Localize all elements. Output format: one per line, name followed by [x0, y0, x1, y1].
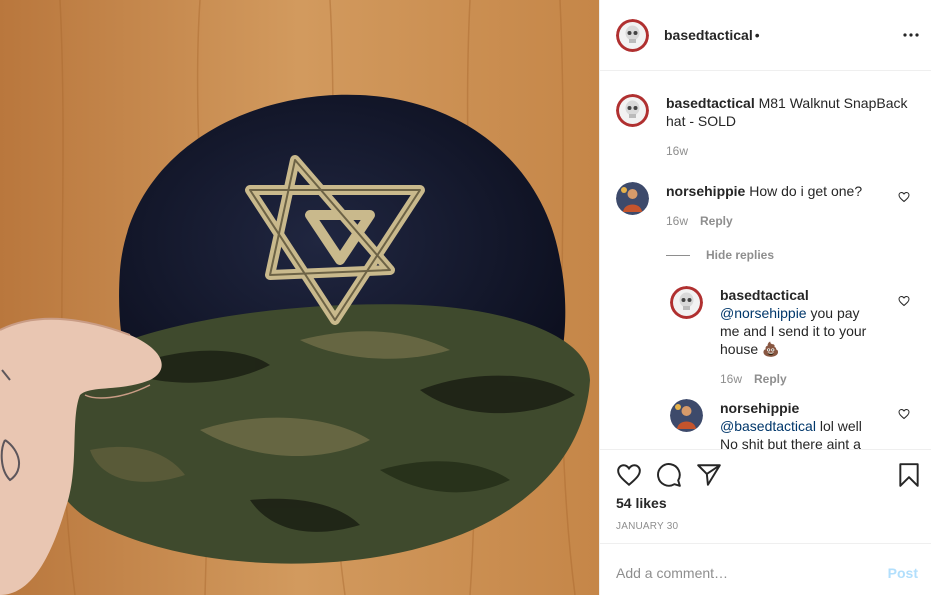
avatar[interactable] [670, 399, 703, 432]
post-sidebar: basedtactical • basedtactical M81 Walknut… [599, 0, 931, 595]
avatar[interactable] [616, 19, 649, 52]
comments-list: basedtactical M81 Walknut SnapBack hat -… [600, 72, 931, 449]
post-caption: basedtactical M81 Walknut SnapBack hat -… [666, 94, 916, 130]
comment-timestamp[interactable]: 16w [666, 214, 688, 228]
post-author[interactable]: basedtactical • [664, 27, 760, 43]
skull-avatar-icon [616, 94, 649, 127]
hide-replies-button[interactable]: Hide replies [706, 248, 774, 262]
post-photo[interactable] [0, 0, 599, 595]
comment-text: norsehippie How do i get one? [666, 183, 863, 199]
reply-meta: 16w Reply [720, 372, 787, 386]
comment-username[interactable]: norsehippie [666, 183, 745, 199]
reply-button[interactable]: Reply [700, 214, 733, 228]
reply-username[interactable]: basedtactical [720, 287, 809, 303]
skull-avatar-icon [616, 19, 649, 52]
comment-composer: Add a comment… Post [600, 543, 931, 595]
post-header: basedtactical • [600, 0, 931, 71]
mention-link[interactable]: @norsehippie [720, 305, 807, 321]
post-date[interactable]: JANUARY 30 [616, 521, 678, 532]
reply-timestamp[interactable]: 16w [720, 372, 742, 386]
user-photo-avatar-icon [616, 182, 649, 215]
action-bar: 54 likes JANUARY 30 [600, 449, 931, 544]
caption-timestamp[interactable]: 16w [666, 144, 688, 158]
post-image [0, 0, 599, 595]
heart-icon[interactable] [898, 408, 910, 420]
reply-button[interactable]: Reply [754, 372, 787, 386]
likes-count[interactable]: 54 likes [616, 495, 667, 511]
comment-icon[interactable] [656, 462, 682, 488]
comment-meta: 16w Reply [666, 214, 733, 228]
skull-avatar-icon [670, 286, 703, 319]
avatar[interactable] [616, 182, 649, 215]
share-icon[interactable] [696, 462, 722, 488]
reply-username[interactable]: norsehippie [720, 400, 799, 416]
caption-username[interactable]: basedtactical [666, 95, 755, 111]
more-options-icon[interactable] [902, 25, 920, 45]
bookmark-icon[interactable] [896, 462, 922, 488]
mention-link[interactable]: @basedtactical [720, 418, 816, 434]
heart-icon[interactable] [898, 191, 910, 203]
avatar[interactable] [670, 286, 703, 319]
heart-icon[interactable] [616, 462, 642, 488]
reply-text: basedtactical @norsehippie you pay me an… [720, 287, 867, 357]
reply-text: norsehippie @basedtactical lol well No s… [720, 400, 862, 449]
heart-icon[interactable] [898, 295, 910, 307]
user-photo-avatar-icon [670, 399, 703, 432]
avatar[interactable] [616, 94, 649, 127]
divider [666, 255, 690, 256]
post-button[interactable]: Post [888, 565, 918, 581]
comment-input[interactable]: Add a comment… [616, 565, 728, 581]
